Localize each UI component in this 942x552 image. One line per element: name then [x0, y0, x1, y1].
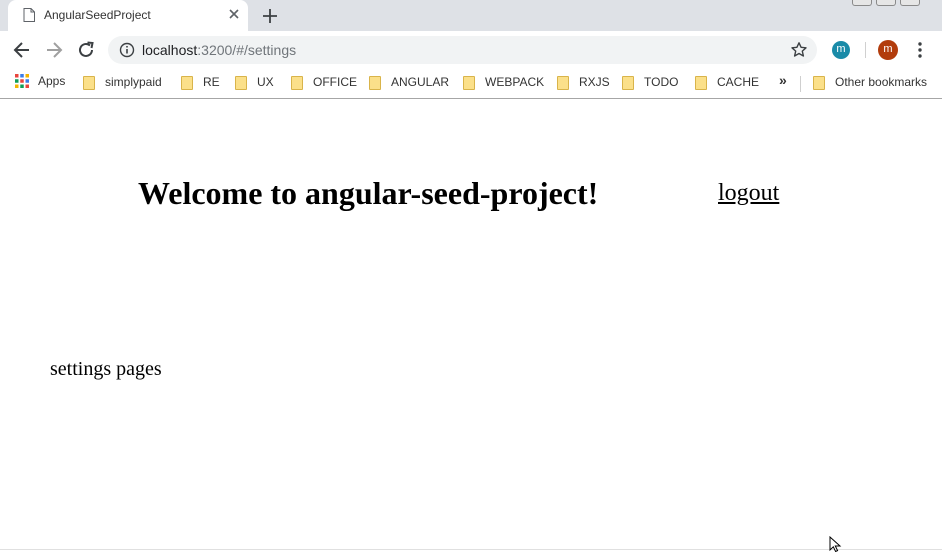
folder-icon	[291, 76, 303, 90]
page-bottom-border	[0, 549, 942, 550]
extension-icon[interactable]: m	[832, 41, 850, 59]
bookmark-label: UX	[257, 75, 274, 89]
three-dots-icon[interactable]	[914, 40, 926, 60]
page-content: Welcome to angular-seed-project! logout …	[0, 100, 942, 550]
close-icon[interactable]	[226, 6, 242, 22]
mouse-cursor-icon	[829, 536, 842, 552]
minimize-button[interactable]	[852, 0, 872, 6]
logout-link[interactable]: logout	[718, 180, 779, 207]
profile-avatar[interactable]: m	[878, 40, 898, 60]
tab-title: AngularSeedProject	[44, 8, 151, 22]
window-close-button[interactable]	[900, 0, 920, 6]
url-text: localhost:3200/#/settings	[142, 42, 296, 58]
toolbar-divider	[865, 42, 866, 58]
bookmark-label: OFFICE	[313, 75, 357, 89]
folder-icon	[813, 76, 825, 90]
folder-icon	[369, 76, 381, 90]
folder-icon	[622, 76, 634, 90]
folder-icon	[181, 76, 193, 90]
browser-toolbar: localhost:3200/#/settings m m	[0, 31, 942, 68]
bookmark-label: TODO	[644, 75, 679, 89]
reload-icon[interactable]	[75, 39, 97, 61]
url-path: :3200/#/settings	[197, 42, 297, 58]
bookmark-label: RXJS	[579, 75, 610, 89]
plus-icon[interactable]	[259, 5, 281, 27]
bookmark-label: Other bookmarks	[835, 75, 928, 89]
bookmarks-bar: Apps simplypaid RE UX OFFICE ANGULAR WEB…	[0, 68, 942, 99]
folder-icon	[695, 76, 707, 90]
apps-grid-icon[interactable]	[15, 74, 29, 88]
settings-text: settings pages	[50, 358, 162, 380]
bookmark-label: WEBPACK	[485, 75, 545, 89]
bookmark-label: RE	[203, 75, 220, 89]
url-host: localhost	[142, 42, 198, 58]
forward-arrow-icon[interactable]	[43, 39, 65, 61]
bookmarks-overflow-button[interactable]: »	[779, 72, 787, 88]
star-icon[interactable]	[790, 41, 808, 59]
folder-icon	[463, 76, 475, 90]
browser-tab[interactable]: AngularSeedProject	[8, 0, 248, 31]
bookmark-label: simplypaid	[105, 75, 162, 89]
tab-strip: AngularSeedProject	[0, 0, 942, 31]
bookmark-label: ANGULAR	[391, 75, 450, 89]
window-controls	[846, 0, 942, 6]
address-bar[interactable]: localhost:3200/#/settings	[108, 36, 817, 64]
folder-icon	[235, 76, 247, 90]
folder-icon	[83, 76, 95, 90]
maximize-button[interactable]	[876, 0, 896, 6]
back-arrow-icon[interactable]	[11, 39, 33, 61]
page-title: Welcome to angular-seed-project!	[138, 175, 599, 211]
bookmark-label: CACHE	[717, 75, 760, 89]
bookmarks-divider	[800, 76, 801, 92]
page-icon	[23, 8, 35, 22]
folder-icon	[557, 76, 569, 90]
info-icon[interactable]	[119, 42, 135, 58]
apps-label[interactable]: Apps	[38, 74, 65, 88]
